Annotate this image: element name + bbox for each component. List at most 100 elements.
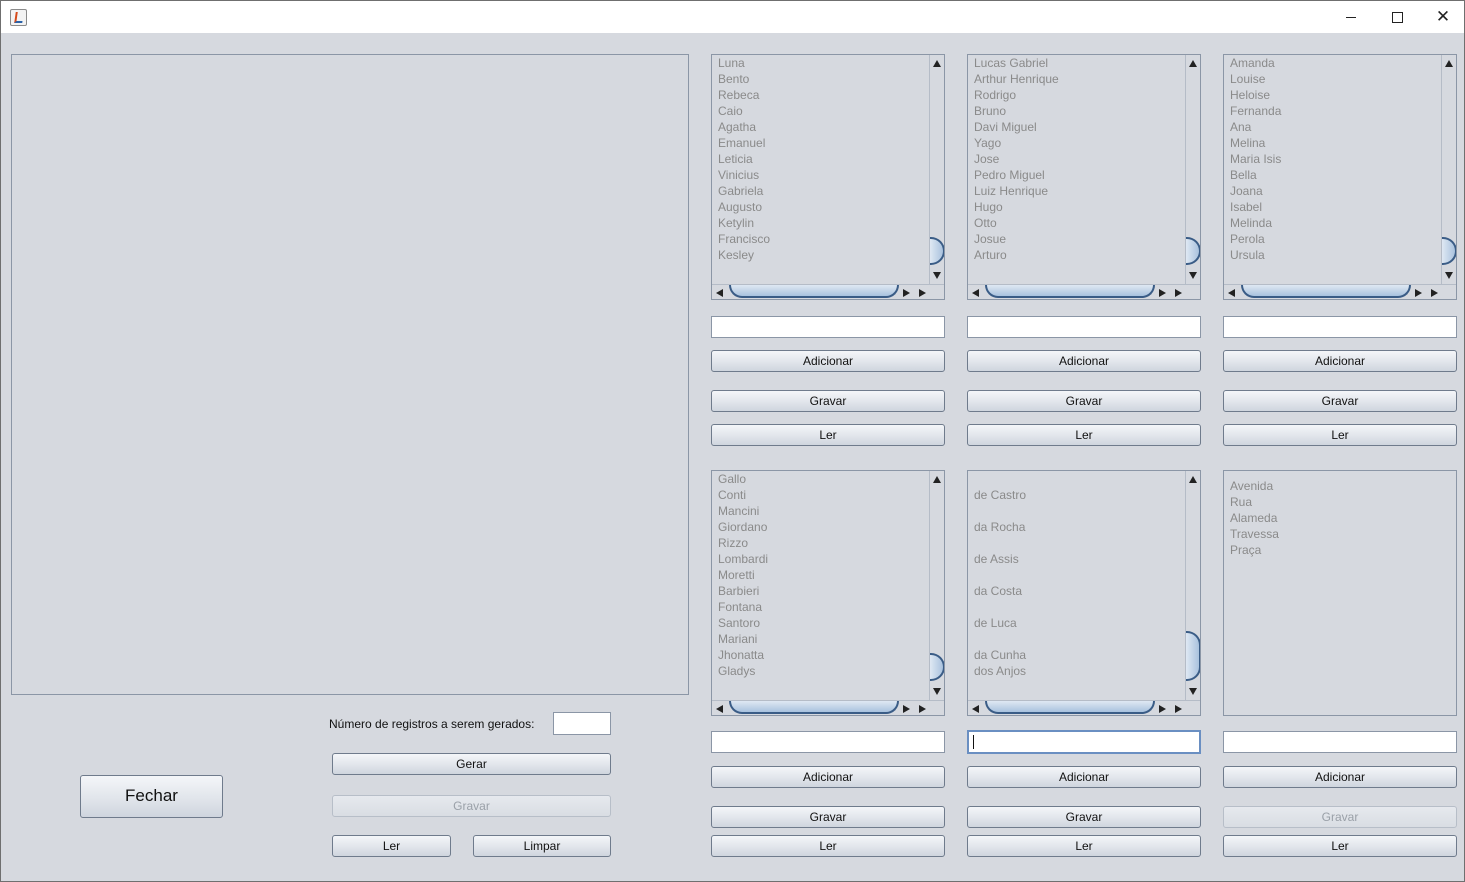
list-item[interactable]: Agatha — [718, 119, 928, 135]
list-item[interactable]: Arthur Henrique — [974, 71, 1184, 87]
scroll-thumb[interactable] — [1241, 285, 1411, 298]
scroll-thumb[interactable] — [1186, 237, 1200, 265]
list-item[interactable]: Jose — [974, 151, 1184, 167]
list-item[interactable]: Santoro — [718, 615, 928, 631]
scroll-thumb[interactable] — [985, 285, 1155, 298]
horizontal-scrollbar[interactable] — [968, 700, 1200, 715]
list-item[interactable]: Emanuel — [718, 135, 928, 151]
scroll-down-arrow-icon[interactable] — [1189, 688, 1197, 695]
list-item[interactable]: Conti — [718, 487, 928, 503]
scroll-down-arrow-icon[interactable] — [1189, 272, 1197, 279]
portuguese-surnames-list[interactable]: de Castro da Rocha de Assis da Costa de … — [967, 470, 1201, 716]
scroll-thumb[interactable] — [930, 653, 944, 681]
first-names-3-ler-button[interactable]: Ler — [1223, 424, 1457, 446]
list-item[interactable] — [974, 471, 1184, 487]
first-names-2-input[interactable] — [967, 316, 1201, 338]
list-item[interactable]: Jhonatta — [718, 647, 928, 663]
list-item[interactable]: da Rocha — [974, 519, 1184, 535]
scroll-left-arrow-icon[interactable] — [972, 705, 979, 713]
scroll-thumb[interactable] — [1442, 237, 1456, 265]
first-names-1-adicionar-button[interactable]: Adicionar — [711, 350, 945, 372]
list-item[interactable]: de Castro — [974, 487, 1184, 503]
portuguese-surnames-input[interactable] — [967, 730, 1201, 754]
portuguese-surnames-ler-button[interactable]: Ler — [967, 835, 1201, 857]
list-item[interactable]: Francisco — [718, 231, 928, 247]
first-names-1-input[interactable] — [711, 316, 945, 338]
list-item[interactable]: Avenida — [1230, 478, 1440, 494]
close-button[interactable]: ✕ — [1420, 1, 1465, 33]
street-types-adicionar-button[interactable]: Adicionar — [1223, 766, 1457, 788]
list-item[interactable]: Alameda — [1230, 510, 1440, 526]
list-item[interactable]: Barbieri — [718, 583, 928, 599]
list-item[interactable] — [974, 567, 1184, 583]
list-item[interactable]: Moretti — [718, 567, 928, 583]
first-names-list-3[interactable]: Amanda Louise Heloise Fernanda Ana Melin… — [1223, 54, 1457, 300]
scroll-left-arrow-icon[interactable] — [972, 289, 979, 297]
list-item[interactable]: de Assis — [974, 551, 1184, 567]
scroll-up-arrow-icon[interactable] — [1189, 476, 1197, 483]
list-item[interactable]: da Costa — [974, 583, 1184, 599]
list-item[interactable]: dos Anjos — [974, 663, 1184, 679]
scroll-right-arrow-icon[interactable] — [1431, 289, 1438, 297]
list-item[interactable]: Isabel — [1230, 199, 1440, 215]
first-names-list-1[interactable]: Luna Bento Rebeca Caio Agatha Emanuel Le… — [711, 54, 945, 300]
list-item[interactable]: Augusto — [718, 199, 928, 215]
list-item[interactable]: Rodrigo — [974, 87, 1184, 103]
list-item[interactable]: Lucas Gabriel — [974, 55, 1184, 71]
list-item[interactable]: da Cunha — [974, 647, 1184, 663]
list-item[interactable]: Arturo — [974, 247, 1184, 263]
list-item[interactable]: Praça — [1230, 542, 1440, 558]
portuguese-surnames-adicionar-button[interactable]: Adicionar — [967, 766, 1201, 788]
gerar-button[interactable]: Gerar — [332, 753, 611, 775]
limpar-button[interactable]: Limpar — [473, 835, 611, 857]
list-item[interactable]: Gladys — [718, 663, 928, 679]
street-types-gravar-button[interactable]: Gravar — [1223, 806, 1457, 828]
street-types-ler-button[interactable]: Ler — [1223, 835, 1457, 857]
list-item[interactable]: Yago — [974, 135, 1184, 151]
first-names-3-gravar-button[interactable]: Gravar — [1223, 390, 1457, 412]
surnames-ler-button[interactable]: Ler — [711, 835, 945, 857]
gerar-gravar-button[interactable]: Gravar — [332, 795, 611, 817]
list-item[interactable]: Davi Miguel — [974, 119, 1184, 135]
list-item[interactable]: Ana — [1230, 119, 1440, 135]
scroll-right-arrow-icon[interactable] — [919, 705, 926, 713]
street-types-input[interactable] — [1223, 731, 1457, 753]
scroll-thumb[interactable] — [985, 701, 1155, 714]
horizontal-scrollbar[interactable] — [712, 284, 944, 299]
list-item[interactable]: Travessa — [1230, 526, 1440, 542]
list-item[interactable]: Melinda — [1230, 215, 1440, 231]
scroll-right-arrow-icon[interactable] — [1175, 289, 1182, 297]
list-item[interactable] — [974, 535, 1184, 551]
portuguese-surnames-gravar-button[interactable]: Gravar — [967, 806, 1201, 828]
horizontal-scrollbar[interactable] — [968, 284, 1200, 299]
list-item[interactable] — [974, 631, 1184, 647]
list-item[interactable]: Bella — [1230, 167, 1440, 183]
list-item[interactable]: Rua — [1230, 494, 1440, 510]
minimize-button[interactable] — [1328, 1, 1374, 33]
scroll-right-arrow-icon[interactable] — [919, 289, 926, 297]
list-item[interactable]: Ketylin — [718, 215, 928, 231]
list-item[interactable]: Otto — [974, 215, 1184, 231]
list-item[interactable]: Pedro Miguel — [974, 167, 1184, 183]
scroll-thumb[interactable] — [729, 701, 899, 714]
maximize-button[interactable] — [1374, 1, 1420, 33]
scroll-right-arrow-icon[interactable] — [1175, 705, 1182, 713]
first-names-3-adicionar-button[interactable]: Adicionar — [1223, 350, 1457, 372]
scroll-thumb[interactable] — [930, 237, 944, 265]
list-item[interactable]: Mariani — [718, 631, 928, 647]
scroll-down-arrow-icon[interactable] — [1445, 272, 1453, 279]
list-item[interactable]: Leticia — [718, 151, 928, 167]
scroll-left-arrow-icon[interactable] — [716, 705, 723, 713]
list-item[interactable]: Joana — [1230, 183, 1440, 199]
list-item[interactable]: Melina — [1230, 135, 1440, 151]
list-item[interactable]: Gabriela — [718, 183, 928, 199]
list-item[interactable]: Perola — [1230, 231, 1440, 247]
horizontal-scrollbar[interactable] — [712, 700, 944, 715]
vertical-scrollbar[interactable] — [1185, 471, 1200, 700]
list-item[interactable]: Kesley — [718, 247, 928, 263]
list-item[interactable]: Vinicius — [718, 167, 928, 183]
list-item[interactable]: Hugo — [974, 199, 1184, 215]
scroll-thumb[interactable] — [1186, 631, 1200, 681]
list-item[interactable]: Luna — [718, 55, 928, 71]
list-item[interactable]: Josue — [974, 231, 1184, 247]
